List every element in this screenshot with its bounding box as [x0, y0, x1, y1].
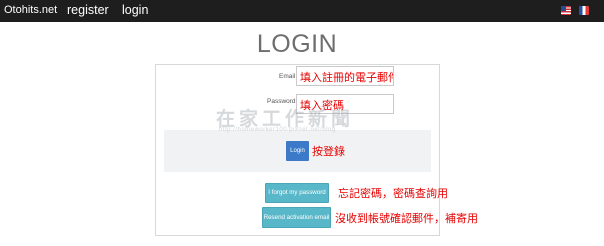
nav-login-link[interactable]: login [122, 3, 148, 17]
watermark-url: http://homeworker100.pixnet.net/blog [219, 127, 336, 133]
login-button[interactable]: Login [286, 141, 309, 161]
us-flag-icon[interactable] [561, 6, 571, 15]
brand-link[interactable]: Otohits.net [4, 4, 57, 16]
resend-activation-annotation: 沒收到帳號確認郵件，補寄用 [335, 213, 478, 225]
fr-flag-icon[interactable] [579, 6, 589, 15]
resend-activation-button[interactable]: Resend activation email [262, 207, 331, 228]
email-label: Email [279, 73, 296, 80]
page-title: LOGIN [256, 30, 338, 58]
login-annotation: 按登錄 [312, 146, 345, 158]
forgot-password-button[interactable]: I forgot my password [265, 183, 329, 203]
nav-register-link[interactable]: register [67, 3, 109, 17]
email-field[interactable]: 填入註冊的電子郵件 [296, 66, 394, 86]
top-navbar: Otohits.net register login [0, 0, 604, 22]
forgot-password-annotation: 忘記密碼，密碼查詢用 [338, 188, 448, 200]
